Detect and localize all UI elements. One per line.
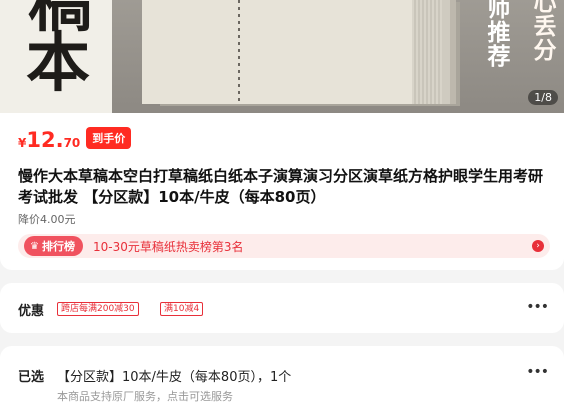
stack-edge xyxy=(412,0,442,104)
image-slogan-col1: 师推荐 xyxy=(483,0,509,68)
selected-variant: 【分区款】10本/牛皮（每本80页），1个 xyxy=(57,370,292,385)
selected-label: 已选 xyxy=(18,370,45,385)
price-integer: 12. xyxy=(26,128,64,152)
product-image-carousel[interactable]: 稿 本 师推荐 心丢分 1/8 xyxy=(0,0,564,113)
ranking-banner[interactable]: ♛ 排行榜 10-30元草稿纸热卖榜第3名 › xyxy=(18,234,550,258)
more-icon[interactable]: ••• xyxy=(526,364,549,380)
promotions-row[interactable]: 优惠 跨店每满200减30 满10减4 ••• xyxy=(0,283,564,333)
service-note: 本商品支持原厂服务，点击可选服务 xyxy=(57,390,233,403)
chevron-right-icon[interactable]: › xyxy=(532,240,544,252)
product-title: 慢作大本草稿本空白打草稿纸白纸本子演算演习分区演草纸方格护眼学生用考研考试批发 … xyxy=(18,167,544,206)
coupon-tag: 跨店每满200减30 xyxy=(57,302,139,316)
more-icon[interactable]: ••• xyxy=(526,299,549,315)
ranking-text: 10-30元草稿纸热卖榜第3名 xyxy=(92,239,244,254)
trophy-icon: ♛ xyxy=(30,240,39,252)
product-info-card: ¥12.70 到手价 慢作大本草稿本空白打草稿纸白纸本子演算演习分区演草纸方格护… xyxy=(0,113,564,270)
image-left-panel: 稿 本 xyxy=(0,0,112,113)
coupon-tag: 满10减4 xyxy=(160,302,204,316)
promotions-label: 优惠 xyxy=(18,304,45,319)
deal-price-badge: 到手价 xyxy=(86,127,132,149)
image-char-bottom: 本 xyxy=(26,26,90,101)
price: ¥12.70 xyxy=(18,130,80,151)
price-drop-text: 降价4.00元 xyxy=(18,213,76,226)
perforation-line xyxy=(238,0,240,104)
price-decimal: 70 xyxy=(63,136,81,150)
ranking-tag-label: 排行榜 xyxy=(41,240,75,253)
image-counter: 1/8 xyxy=(528,90,558,105)
selected-options-row[interactable]: 已选 【分区款】10本/牛皮（每本80页），1个 本商品支持原厂服务，点击可选服… xyxy=(0,346,564,417)
notebook-stack-graphic xyxy=(142,0,442,104)
image-slogan-col2: 心丢分 xyxy=(529,0,555,62)
ranking-tag: ♛ 排行榜 xyxy=(24,236,83,256)
price-row: ¥12.70 到手价 xyxy=(18,125,132,151)
